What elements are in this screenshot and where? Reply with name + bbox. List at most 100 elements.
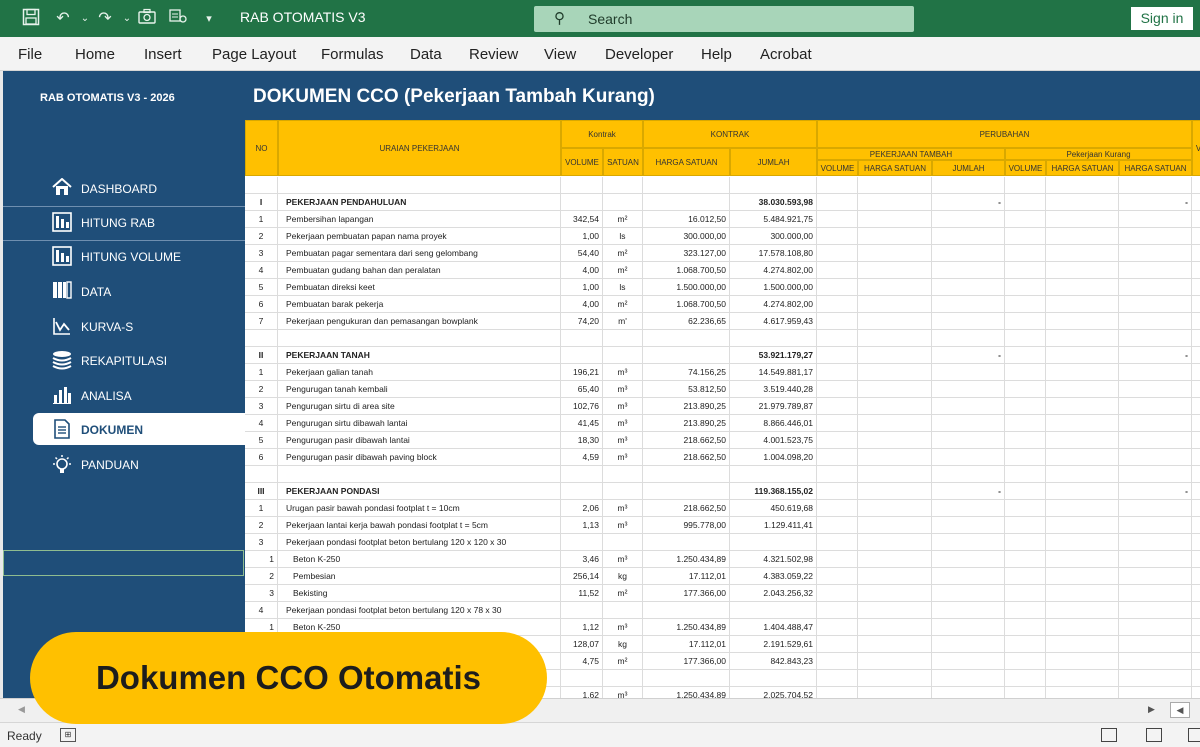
cell-volume-kurang[interactable] xyxy=(1005,602,1046,619)
cell-harga-kurang[interactable] xyxy=(1046,228,1119,245)
cell-harga-kurang-2[interactable] xyxy=(1119,211,1192,228)
cell-jumlah-tambah[interactable] xyxy=(932,500,1005,517)
cell-jumlah-tambah[interactable] xyxy=(932,653,1005,670)
cell-no[interactable]: 3 xyxy=(245,398,278,415)
cell-volume-kurang[interactable] xyxy=(1005,687,1046,698)
cell-harga-satuan[interactable]: 62.236,65 xyxy=(643,313,730,330)
tab-home[interactable]: Home xyxy=(75,46,115,63)
scroll-right-icon[interactable]: ▶ xyxy=(1148,704,1155,715)
cell-satuan[interactable]: m² xyxy=(603,585,643,602)
table-row[interactable]: 3 Pembuatan pagar sementara dari seng gel… xyxy=(245,245,1200,262)
cell-no[interactable]: 2 xyxy=(245,228,278,245)
sidebar-item-analisa[interactable]: ANALISA xyxy=(33,379,245,411)
cell-harga-kurang-2[interactable] xyxy=(1119,500,1192,517)
cell-harga-tambah[interactable] xyxy=(858,262,932,279)
cell-harga-kurang[interactable] xyxy=(1046,313,1119,330)
cell-harga-kurang[interactable] xyxy=(1046,500,1119,517)
cell-harga-kurang-2[interactable] xyxy=(1119,636,1192,653)
cell-harga-kurang[interactable] xyxy=(1046,177,1119,194)
sidebar-item-panduan[interactable]: PANDUAN xyxy=(33,448,245,480)
table-row[interactable]: 3 Bekisting 11,52 m² 177.366,00 2.043.256,32 xyxy=(245,585,1200,602)
cell-harga-tambah[interactable] xyxy=(858,415,932,432)
cell-jumlah-tambah[interactable] xyxy=(932,228,1005,245)
cell-uraian[interactable]: PEKERJAAN PENDAHULUAN xyxy=(278,194,561,211)
cell-satuan[interactable]: m³ xyxy=(603,432,643,449)
cell-jumlah[interactable]: 21.979.789,87 xyxy=(730,398,817,415)
scroll-left-icon[interactable]: ◀ xyxy=(18,704,25,715)
cell-harga-kurang[interactable] xyxy=(1046,687,1119,698)
cell-harga-kurang[interactable] xyxy=(1046,279,1119,296)
cell-harga-tambah[interactable] xyxy=(858,551,932,568)
cell-no[interactable]: 3 xyxy=(245,245,278,262)
cell-edge[interactable] xyxy=(1192,602,1200,619)
cell-harga-satuan[interactable]: 1.250.434,89 xyxy=(643,619,730,636)
cell-jumlah[interactable]: 1.129.411,41 xyxy=(730,517,817,534)
cell-harga-kurang-2[interactable]: - xyxy=(1119,194,1192,211)
cell-jumlah[interactable] xyxy=(730,330,817,347)
cell-volume[interactable]: 1,12 xyxy=(561,619,603,636)
customize-toolbar-icon[interactable]: ▾ xyxy=(198,8,220,30)
cell-volume[interactable]: 4,00 xyxy=(561,262,603,279)
cell-edge[interactable] xyxy=(1192,670,1200,687)
cell-no[interactable]: 4 xyxy=(245,262,278,279)
cell-harga-kurang-2[interactable] xyxy=(1119,398,1192,415)
cell-harga-satuan[interactable]: 995.778,00 xyxy=(643,517,730,534)
cell-volume-kurang[interactable] xyxy=(1005,483,1046,500)
cell-edge[interactable] xyxy=(1192,296,1200,313)
cell-harga-tambah[interactable] xyxy=(858,228,932,245)
cell-harga-kurang-2[interactable]: - xyxy=(1119,483,1192,500)
cell-jumlah[interactable]: 1.404.488,47 xyxy=(730,619,817,636)
redo-dropdown-icon[interactable]: ⌄ xyxy=(116,8,138,30)
cell-volume-tambah[interactable] xyxy=(817,568,858,585)
cell-uraian[interactable]: Pekerjaan lantai kerja bawah pondasi foo… xyxy=(278,517,561,534)
undo-dropdown-icon[interactable]: ⌄ xyxy=(74,8,96,30)
sidebar-item-kurva-s[interactable]: KURVA-S xyxy=(33,310,245,342)
cell-volume[interactable]: 1,00 xyxy=(561,228,603,245)
cell-jumlah-tambah[interactable] xyxy=(932,687,1005,698)
table-row[interactable]: 4 Pembuatan gudang bahan dan peralatan 4,0… xyxy=(245,262,1200,279)
cell-harga-kurang[interactable] xyxy=(1046,449,1119,466)
cell-edge[interactable] xyxy=(1192,687,1200,698)
cell-harga-tambah[interactable] xyxy=(858,398,932,415)
cell-uraian[interactable]: Pembesian xyxy=(278,568,561,585)
cell-harga-kurang[interactable] xyxy=(1046,330,1119,347)
cell-harga-kurang[interactable] xyxy=(1046,670,1119,687)
table-row[interactable]: 1 Pembersihan lapangan 342,54 m² 16.012,50 5.… xyxy=(245,211,1200,228)
cell-volume-kurang[interactable] xyxy=(1005,211,1046,228)
cell-harga-satuan[interactable]: 16.012,50 xyxy=(643,211,730,228)
cell-volume-kurang[interactable] xyxy=(1005,466,1046,483)
cell-harga-satuan[interactable] xyxy=(643,483,730,500)
cell-harga-tambah[interactable] xyxy=(858,687,932,698)
cell-satuan[interactable]: m² xyxy=(603,211,643,228)
cell-no[interactable]: 5 xyxy=(245,279,278,296)
table-row[interactable]: III PEKERJAAN PONDASI 119.368.155,02 - - xyxy=(245,483,1200,500)
cell-satuan[interactable] xyxy=(603,534,643,551)
cell-uraian[interactable]: Pembuatan barak pekerja xyxy=(278,296,561,313)
cell-harga-satuan[interactable]: 1.068.700,50 xyxy=(643,296,730,313)
cell-no[interactable]: I xyxy=(245,194,278,211)
cell-uraian[interactable]: Pengurugan pasir dibawah lantai xyxy=(278,432,561,449)
table-row[interactable]: 6 Pengurugan pasir dibawah paving block 4,… xyxy=(245,449,1200,466)
save-icon[interactable] xyxy=(20,8,42,30)
cell-volume-kurang[interactable] xyxy=(1005,279,1046,296)
cell-volume[interactable]: 74,20 xyxy=(561,313,603,330)
cell-harga-tambah[interactable] xyxy=(858,296,932,313)
cell-volume-kurang[interactable] xyxy=(1005,500,1046,517)
cell-no[interactable]: 6 xyxy=(245,296,278,313)
cell-harga-kurang-2[interactable] xyxy=(1119,551,1192,568)
table-row[interactable]: 4 Pengurugan sirtu dibawah lantai 41,45 m³ 2… xyxy=(245,415,1200,432)
normal-view-icon[interactable] xyxy=(1101,728,1117,742)
cell-satuan[interactable]: m³ xyxy=(603,364,643,381)
cell-satuan[interactable]: m' xyxy=(603,313,643,330)
cell-jumlah-tambah[interactable] xyxy=(932,466,1005,483)
cell-jumlah[interactable]: 4.617.959,43 xyxy=(730,313,817,330)
cell-harga-kurang[interactable] xyxy=(1046,415,1119,432)
cell-no[interactable] xyxy=(245,330,278,347)
cell-harga-satuan[interactable]: 74.156,25 xyxy=(643,364,730,381)
cell-jumlah-tambah[interactable]: - xyxy=(932,194,1005,211)
cell-jumlah[interactable]: 38.030.593,98 xyxy=(730,194,817,211)
cell-harga-satuan[interactable]: 177.366,00 xyxy=(643,585,730,602)
cell-volume-kurang[interactable] xyxy=(1005,636,1046,653)
cell-harga-kurang[interactable] xyxy=(1046,466,1119,483)
cell-uraian[interactable] xyxy=(278,177,561,194)
